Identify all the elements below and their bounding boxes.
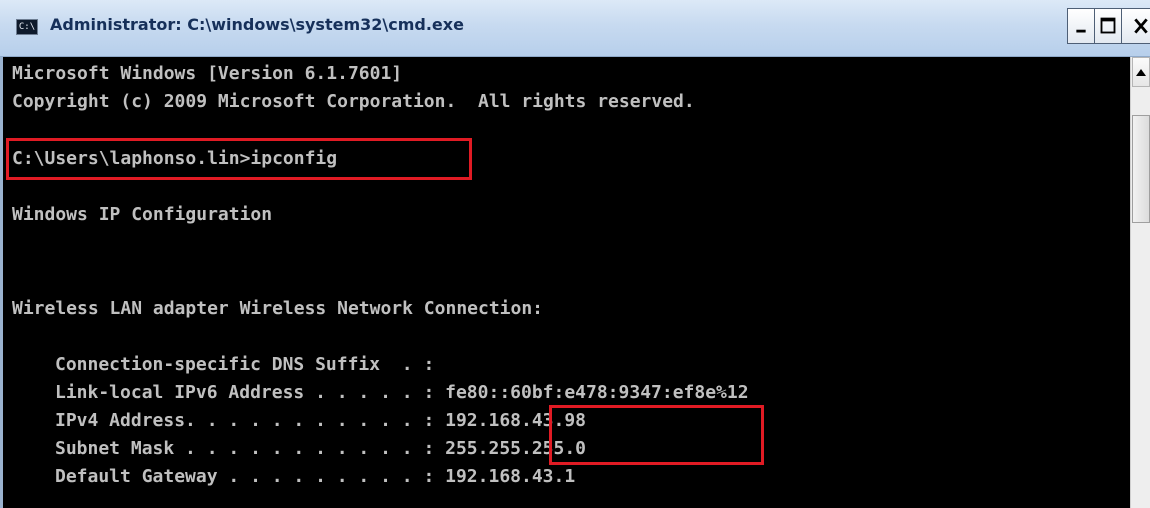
vertical-scrollbar[interactable] [1130,57,1150,508]
window-title: Administrator: C:\windows\system32\cmd.e… [50,15,464,34]
close-button[interactable] [1121,8,1150,44]
console-line-ipv4: IPv4 Address. . . . . . . . . . . : 192.… [55,410,587,431]
close-icon [1134,18,1148,34]
cmd-icon[interactable]: C:\ [16,19,38,35]
console-line-ip-config-header: Windows IP Configuration [12,204,273,225]
title-bar[interactable]: C:\ Administrator: C:\windows\system32\c… [0,0,1150,57]
console-output[interactable]: Microsoft Windows [Version 6.1.7601] Cop… [0,57,1130,508]
console-line-command: C:\Users\laphonso.lin>ipconfig [12,148,338,169]
console-line-adapter: Wireless LAN adapter Wireless Network Co… [12,298,544,319]
scroll-up-arrow-icon [1136,69,1146,76]
cmd-window: C:\ Administrator: C:\windows\system32\c… [0,0,1150,508]
console-line-gateway: Default Gateway . . . . . . . . . : 192.… [55,466,576,487]
maximize-button[interactable] [1094,8,1122,44]
scroll-thumb[interactable] [1132,115,1150,223]
minimize-button[interactable] [1067,8,1095,44]
console-line-copyright: Copyright (c) 2009 Microsoft Corporation… [12,91,695,112]
console-line-subnet: Subnet Mask . . . . . . . . . . . : 255.… [55,438,587,459]
console-line-version: Microsoft Windows [Version 6.1.7601] [12,63,403,84]
console-line-ipv6: Link-local IPv6 Address . . . . . : fe80… [55,382,749,403]
maximize-icon [1100,17,1116,34]
minimize-icon [1076,29,1086,33]
console-line-dns-suffix: Connection-specific DNS Suffix . : [55,354,435,375]
scroll-up-button[interactable] [1132,57,1150,87]
